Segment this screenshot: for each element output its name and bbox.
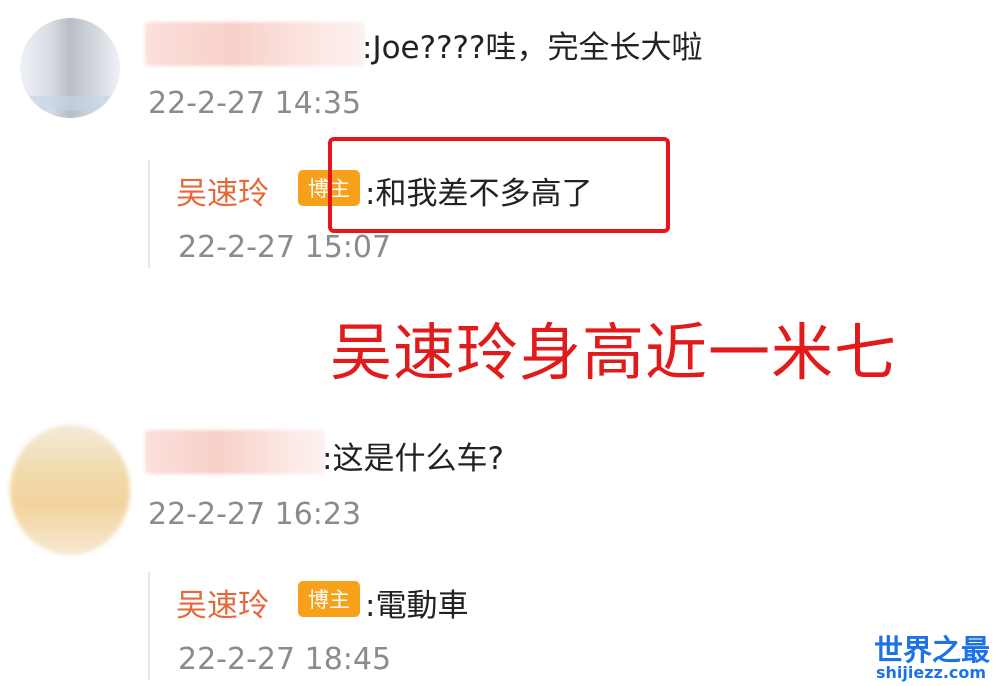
reply-timestamp: 22-2-27 15:07 — [178, 230, 392, 265]
commenter-avatar[interactable] — [10, 425, 130, 555]
comment-text: :这是什么车? — [322, 441, 504, 477]
comment-timestamp: 22-2-27 14:35 — [148, 86, 362, 121]
highlight-box — [328, 137, 670, 233]
reply-divider — [148, 572, 150, 680]
author-badge: 博主 — [298, 581, 360, 617]
blurred-username — [145, 22, 365, 66]
reply-divider — [148, 160, 150, 268]
reply-username[interactable]: 吴速玲 — [176, 580, 269, 625]
commenter-avatar[interactable] — [20, 18, 120, 118]
comment-timestamp: 22-2-27 16:23 — [148, 497, 362, 532]
reply-username[interactable]: 吴速玲 — [176, 168, 269, 213]
comment-text: :Joe????哇，完全长大啦 — [362, 30, 703, 66]
annotation-caption: 吴速玲身高近一米七 — [330, 316, 898, 389]
watermark-url: shijiezz.com — [876, 663, 987, 682]
blurred-username — [145, 430, 325, 474]
reply-text: :電動車 — [365, 588, 469, 624]
reply-timestamp: 22-2-27 18:45 — [178, 642, 392, 677]
